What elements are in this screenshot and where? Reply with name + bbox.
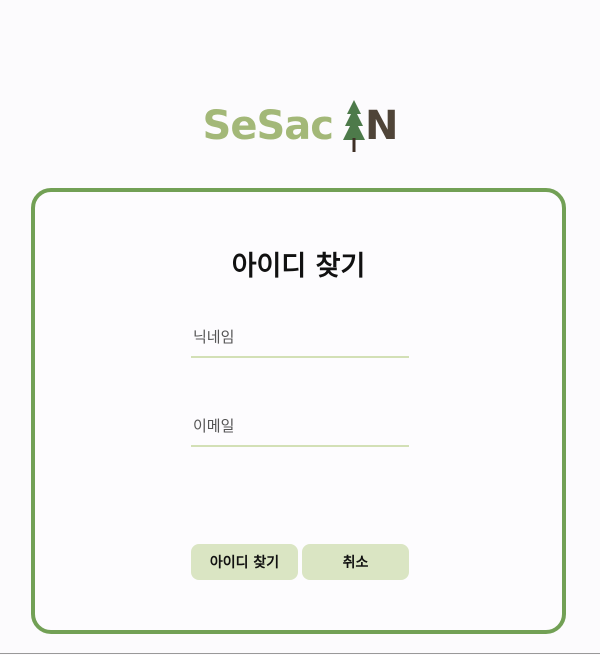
email-input[interactable] (191, 407, 409, 447)
page-title: 아이디 찾기 (231, 251, 366, 282)
tree-icon (342, 100, 365, 152)
find-id-card: 아이디 찾기 아이디 찾기 취소 (31, 188, 566, 634)
logo-text-sesac: SeSac (202, 103, 334, 149)
find-id-button[interactable]: 아이디 찾기 (191, 544, 298, 580)
app-logo: SeSac N (0, 96, 600, 156)
divider (0, 653, 600, 654)
cancel-button[interactable]: 취소 (302, 544, 409, 580)
logo-text-n: N (364, 103, 398, 149)
nickname-input[interactable] (191, 318, 409, 358)
